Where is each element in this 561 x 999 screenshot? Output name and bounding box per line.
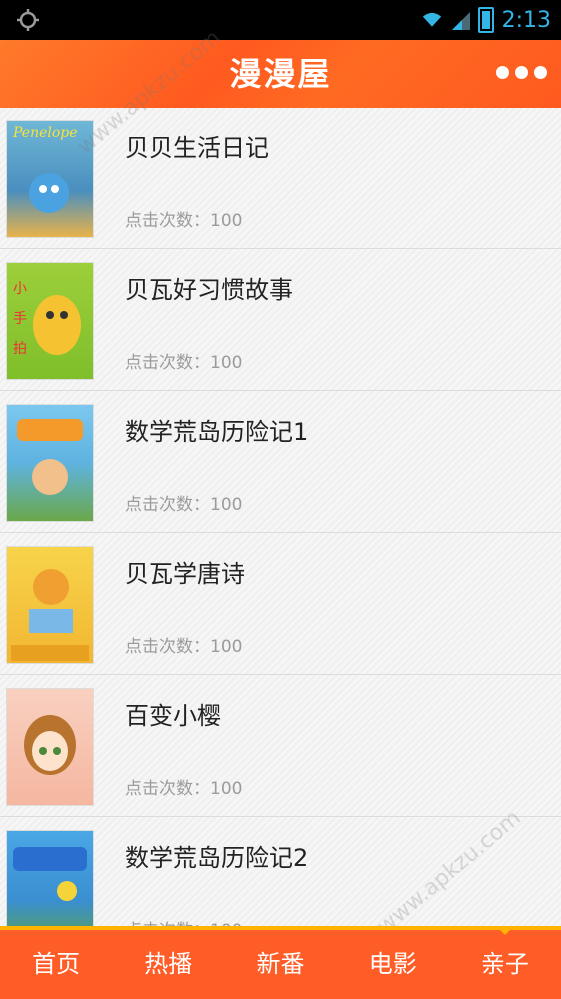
cover-thumbnail	[6, 546, 94, 664]
status-bar: 2:13	[0, 0, 561, 40]
tab-home[interactable]: 首页	[0, 930, 112, 999]
list-item[interactable]: 数学荒岛历险记2 点击次数：100	[0, 818, 561, 926]
item-title: 贝贝生活日记	[125, 134, 269, 162]
item-title: 贝瓦学唐诗	[125, 560, 245, 588]
battery-icon	[477, 7, 494, 33]
list-item[interactable]: 百变小樱 点击次数：100	[0, 676, 561, 817]
app-header: 漫漫屋	[0, 40, 561, 108]
item-click-count: 点击次数：100	[125, 637, 243, 657]
item-title: 数学荒岛历险记1	[125, 418, 309, 446]
list-item[interactable]: 小手拍 贝瓦好习惯故事 点击次数：100	[0, 250, 561, 391]
more-menu-button[interactable]	[496, 66, 547, 79]
tab-hot[interactable]: 热播	[112, 930, 224, 999]
more-dots-icon	[534, 66, 547, 79]
item-click-count: 点击次数：100	[125, 353, 243, 373]
item-click-count: 点击次数：100	[125, 779, 243, 799]
list-item[interactable]: 数学荒岛历险记1 点击次数：100	[0, 392, 561, 533]
cover-thumbnail	[6, 688, 94, 806]
item-click-count: 点击次数：100	[125, 916, 242, 926]
item-title: 百变小樱	[125, 702, 221, 730]
item-title: 数学荒岛历险记2	[125, 844, 309, 872]
more-dots-icon	[515, 66, 528, 79]
svg-text:小: 小	[13, 281, 27, 297]
page-title: 漫漫屋	[229, 55, 332, 93]
cover-thumbnail	[6, 404, 94, 522]
signal-icon	[451, 12, 470, 30]
tab-family[interactable]: 亲子	[449, 930, 561, 999]
clock-time: 2:13	[501, 7, 551, 33]
item-click-count: 点击次数：100	[125, 495, 243, 515]
bottom-tab-bar: 首页 热播 新番 电影 亲子	[0, 926, 561, 999]
content-list[interactable]: Penelope 贝贝生活日记 点击次数：100 小手拍 贝瓦好习惯故事 点击次…	[0, 108, 561, 926]
tab-movie[interactable]: 电影	[337, 930, 449, 999]
svg-text:手: 手	[13, 311, 27, 327]
list-item[interactable]: 贝瓦学唐诗 点击次数：100	[0, 534, 561, 675]
location-crosshair-icon	[17, 9, 39, 31]
cover-thumbnail: Penelope	[6, 120, 94, 238]
status-icons: 2:13	[422, 0, 551, 40]
more-dots-icon	[496, 66, 509, 79]
item-click-count: 点击次数：100	[125, 211, 243, 231]
tab-new[interactable]: 新番	[224, 930, 336, 999]
item-title: 贝瓦好习惯故事	[125, 276, 293, 304]
svg-text:Penelope: Penelope	[12, 125, 78, 141]
cover-thumbnail	[6, 830, 94, 926]
wifi-icon	[422, 12, 441, 27]
cover-thumbnail: 小手拍	[6, 262, 94, 380]
svg-text:拍: 拍	[13, 341, 27, 357]
list-item[interactable]: Penelope 贝贝生活日记 点击次数：100	[0, 108, 561, 249]
